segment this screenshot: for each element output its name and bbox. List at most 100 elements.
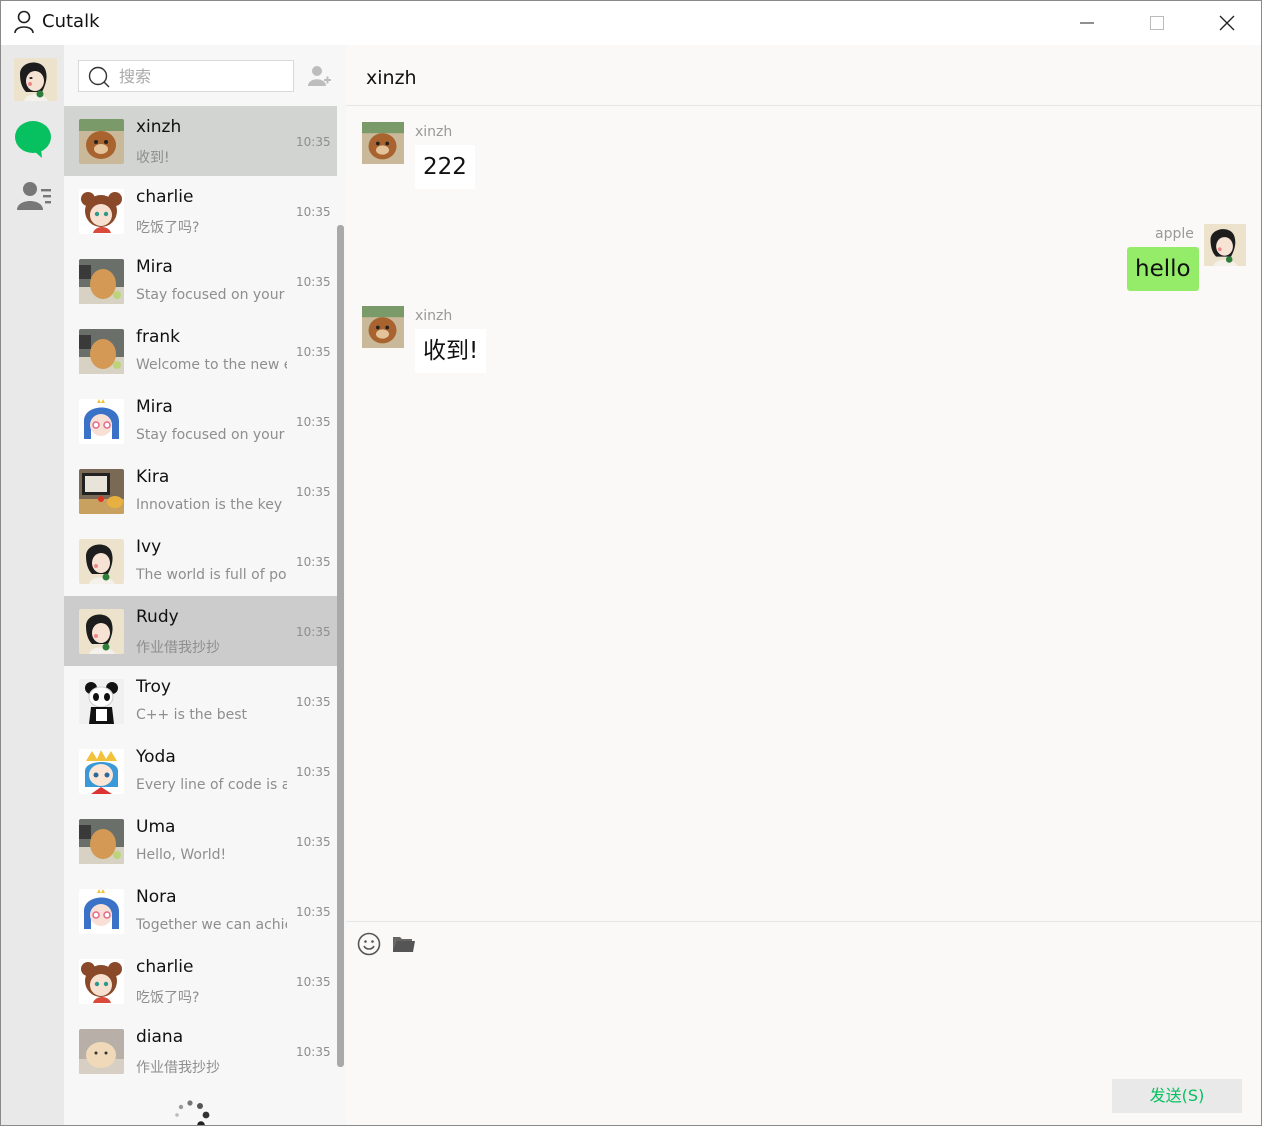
maximize-button[interactable]	[1127, 1, 1187, 45]
girl-clover-avatar	[1204, 224, 1246, 266]
contact-name: Nora	[136, 887, 177, 907]
title-bar[interactable]: Cutalk	[1, 1, 1261, 45]
contact-name: xinzh	[136, 117, 182, 137]
contact-item[interactable]: Mira Stay focused on your goals 10:35	[64, 246, 337, 316]
contact-last-message: Welcome to the new era	[136, 357, 287, 373]
contact-time: 10:35	[296, 905, 331, 919]
contact-avatar	[79, 189, 124, 234]
list-scrollbar[interactable]	[337, 225, 344, 1067]
contact-item[interactable]: Kira Innovation is the key to 10:35	[64, 456, 337, 526]
dog-photo-avatar	[362, 306, 404, 348]
contact-name: charlie	[136, 957, 194, 977]
message-composer[interactable]: 发送(S)	[346, 921, 1261, 1125]
contact-time: 10:35	[296, 1045, 331, 1059]
close-button[interactable]	[1197, 1, 1257, 45]
contact-name: Mira	[136, 257, 173, 277]
bubble-tail	[1192, 262, 1199, 274]
message-bubble-mine[interactable]: hello	[1127, 247, 1199, 291]
contact-time: 10:35	[296, 135, 331, 149]
contact-avatar	[79, 749, 124, 794]
message-bubble[interactable]: 收到!	[415, 329, 487, 373]
contact-last-message: Together we can achieve	[136, 917, 287, 933]
contact-name: charlie	[136, 187, 194, 207]
contact-name: Yoda	[136, 747, 176, 767]
contact-item[interactable]: Nora Together we can achieve 10:35	[64, 876, 337, 946]
send-button[interactable]: 发送(S)	[1112, 1079, 1242, 1113]
contact-name: Rudy	[136, 607, 179, 627]
minimize-button[interactable]	[1057, 1, 1117, 45]
contact-avatar	[79, 609, 124, 654]
chat-bubble-icon[interactable]	[14, 119, 52, 159]
contact-avatar	[79, 259, 124, 304]
chat-title: xinzh	[366, 67, 417, 89]
contact-last-message: C++ is the best	[136, 707, 248, 723]
search-box[interactable]	[78, 60, 294, 92]
contact-last-message: Innovation is the key to	[136, 497, 287, 513]
contact-time: 10:35	[296, 485, 331, 499]
chat-panel: xinzh xinzh 222 apple hello xinzh 收到! 发送…	[346, 45, 1261, 1125]
contact-last-message: Hello, World!	[136, 847, 227, 863]
contact-name: Ivy	[136, 537, 162, 557]
minimize-icon	[1080, 22, 1094, 24]
contact-item[interactable]: charlie 吃饭了吗? 10:35	[64, 946, 337, 1016]
nav-rail	[1, 45, 64, 1125]
chat-header: xinzh	[346, 45, 1261, 106]
contact-last-message: 吃饭了吗?	[136, 990, 200, 1006]
message-avatar[interactable]	[1204, 224, 1246, 266]
contact-last-message: Stay focused on your goals	[136, 427, 287, 443]
contact-avatar	[79, 119, 124, 164]
message-avatar[interactable]	[362, 122, 404, 164]
contact-item[interactable]: Ivy The world is full of possibilities 10:…	[64, 526, 337, 596]
message-sender: xinzh	[415, 308, 453, 324]
contact-name: Troy	[136, 677, 171, 697]
contact-time: 10:35	[296, 345, 331, 359]
contact-avatar	[79, 889, 124, 934]
contact-last-message: 作业借我抄抄	[136, 640, 220, 656]
smiley-icon[interactable]	[357, 932, 381, 956]
message-bubble[interactable]: 222	[415, 145, 475, 189]
contact-time: 10:35	[296, 625, 331, 639]
contact-item[interactable]: Uma Hello, World! 10:35	[64, 806, 337, 876]
maximize-icon	[1150, 16, 1164, 30]
contact-time: 10:35	[296, 205, 331, 219]
search-input[interactable]	[117, 64, 289, 88]
contact-last-message: Stay focused on your goals	[136, 287, 287, 303]
contact-time: 10:35	[296, 275, 331, 289]
close-icon	[1219, 15, 1235, 31]
message-avatar[interactable]	[362, 306, 404, 348]
profile-avatar[interactable]	[14, 58, 57, 101]
contact-item[interactable]: diana 作业借我抄抄 10:35	[64, 1016, 337, 1086]
contact-time: 10:35	[296, 695, 331, 709]
contact-time: 10:35	[296, 765, 331, 779]
contact-item[interactable]: Yoda Every line of code is a story 10:35	[64, 736, 337, 806]
contact-avatar	[79, 469, 124, 514]
contact-avatar	[79, 819, 124, 864]
contact-item[interactable]: charlie 吃饭了吗? 10:35	[64, 176, 337, 246]
contact-name: Uma	[136, 817, 176, 837]
contact-item[interactable]: xinzh 收到! 10:35	[64, 106, 337, 176]
app-window: Cutalk 搜索 xinzh 收到! 10:35 charlie 吃饭了吗? …	[0, 0, 1262, 1126]
contact-avatar	[79, 679, 124, 724]
contact-avatar	[79, 1029, 124, 1074]
contact-list: xinzh 收到! 10:35 charlie 吃饭了吗? 10:35 Mira Stay f…	[64, 106, 337, 1086]
contact-name: frank	[136, 327, 181, 347]
contact-item[interactable]: frank Welcome to the new era 10:35	[64, 316, 337, 386]
contact-item[interactable]: Rudy 作业借我抄抄 10:35	[64, 596, 337, 666]
contact-name: Kira	[136, 467, 170, 487]
contact-name: Mira	[136, 397, 173, 417]
contact-time: 10:35	[296, 555, 331, 569]
add-friend-icon[interactable]	[307, 64, 331, 88]
loading-spinner-icon	[175, 1100, 210, 1125]
contact-time: 10:35	[296, 975, 331, 989]
dog-photo-avatar	[362, 122, 404, 164]
contact-avatar	[79, 399, 124, 444]
contacts-icon[interactable]	[16, 180, 52, 212]
contact-item[interactable]: Troy C++ is the best 10:35	[64, 666, 337, 736]
contact-last-message: 作业借我抄抄	[136, 1060, 220, 1076]
user-outline-icon	[14, 10, 34, 34]
contact-last-message: The world is full of possibilities	[136, 567, 287, 583]
folder-icon[interactable]	[392, 933, 416, 955]
contact-item[interactable]: Mira Stay focused on your goals 10:35	[64, 386, 337, 456]
message-sender: xinzh	[415, 124, 453, 140]
conversation-list-panel: xinzh 收到! 10:35 charlie 吃饭了吗? 10:35 Mira Stay f…	[64, 45, 347, 1125]
